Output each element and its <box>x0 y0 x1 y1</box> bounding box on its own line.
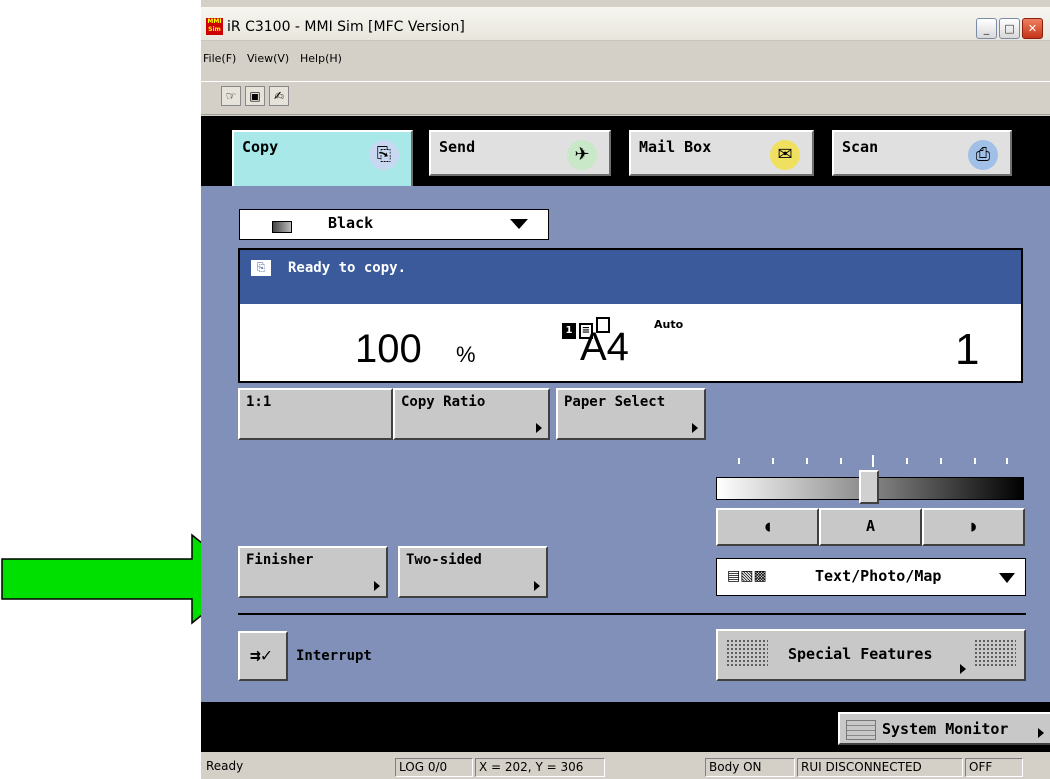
menu-bar: File(F) View(V) Help(H) <box>201 49 1050 71</box>
finisher-label: Finisher <box>246 552 314 568</box>
arrow-right-icon <box>960 664 966 674</box>
copy-icon: ⎘ <box>369 140 399 170</box>
pointer-tool-icon[interactable]: ☞ <box>221 86 241 106</box>
density-tick <box>806 458 808 464</box>
interrupt-icon: ⇉✓ <box>250 645 272 666</box>
tab-scan[interactable]: Scan ⎙ <box>832 130 1012 176</box>
density-tick <box>1006 458 1008 464</box>
copy-ratio-button[interactable]: Copy Ratio <box>393 388 550 440</box>
scan-icon: ⎙ <box>968 140 998 170</box>
tab-copy-label: Copy <box>242 138 279 156</box>
image-mode-select[interactable]: ▤▧▩ Text/Photo/Map <box>716 558 1026 596</box>
density-auto-button[interactable]: A <box>819 508 922 546</box>
density-tick <box>840 458 842 464</box>
window-title: iR C3100 - MMI Sim [MFC Version] <box>227 19 465 35</box>
two-sided-label: Two-sided <box>406 552 482 568</box>
copy-status-icon: ⎘ <box>251 260 271 276</box>
status-panel: ⎘ Ready to copy. 100 % 1 ≡ Auto A4 1 <box>238 248 1023 383</box>
sides-badge-icon: 1 <box>562 323 576 339</box>
tab-mailbox-label: Mail Box <box>639 138 712 156</box>
menu-view[interactable]: View(V) <box>247 52 289 65</box>
finisher-button[interactable]: Finisher <box>238 546 388 598</box>
status-rui: RUI DISCONNECTED <box>797 758 963 777</box>
tab-send[interactable]: Send ✈ <box>429 130 611 176</box>
status-coords: X = 202, Y = 306 <box>475 758 605 777</box>
arrow-right-icon <box>374 581 380 591</box>
close-button[interactable]: ✕ <box>1022 18 1043 39</box>
density-tick <box>974 458 976 464</box>
density-tick <box>738 458 740 464</box>
arrow-right-icon <box>692 423 698 433</box>
special-features-button[interactable]: Special Features <box>716 629 1026 681</box>
image-mode-value: Text/Photo/Map <box>815 567 942 585</box>
status-power: OFF <box>965 758 1023 777</box>
paper-select-button[interactable]: Paper Select <box>556 388 706 440</box>
density-tick <box>906 458 908 464</box>
image-tool-icon[interactable]: ▣ <box>245 86 265 106</box>
density-tick <box>872 455 874 467</box>
tab-mailbox[interactable]: Mail Box ✉ <box>629 130 814 176</box>
arrow-right-icon <box>1038 728 1044 738</box>
two-sided-button[interactable]: Two-sided <box>398 546 548 598</box>
color-select[interactable]: Black <box>239 209 549 240</box>
status-header: ⎘ Ready to copy. <box>240 250 1021 304</box>
app-icon: MMI Sim <box>206 18 223 35</box>
arrow-right-icon <box>534 581 540 591</box>
dots-pattern-icon <box>974 639 1016 667</box>
hand-tool-icon[interactable]: ✍ <box>269 86 289 106</box>
density-tick <box>940 458 942 464</box>
status-ready: Ready <box>206 759 244 773</box>
dots-pattern-icon <box>726 639 768 667</box>
density-lighter-button[interactable]: ◖ <box>716 508 819 546</box>
density-slider-handle[interactable] <box>859 470 879 504</box>
mailbox-icon: ✉ <box>770 140 800 170</box>
title-bar: MMI Sim iR C3100 - MMI Sim [MFC Version] … <box>201 7 1050 41</box>
status-message: Ready to copy. <box>288 260 407 276</box>
paper-mode: Auto <box>654 318 684 331</box>
one-to-one-button[interactable]: 1:1 <box>238 388 393 440</box>
arrow-right-icon <box>536 423 542 433</box>
copy-ratio-unit: % <box>456 342 476 367</box>
paper-select-label: Paper Select <box>564 394 666 410</box>
chevron-down-icon <box>510 219 528 229</box>
tab-scan-label: Scan <box>842 138 879 156</box>
maximize-button[interactable]: □ <box>999 18 1020 39</box>
tab-copy[interactable]: Copy ⎘ <box>232 130 413 186</box>
copy-count: 1 <box>955 325 980 374</box>
system-monitor-label: System Monitor <box>882 720 1009 738</box>
divider <box>238 613 1026 615</box>
menu-help[interactable]: Help(H) <box>300 52 342 65</box>
density-darker-button[interactable]: ◗ <box>922 508 1025 546</box>
color-select-value: Black <box>328 214 374 232</box>
one-to-one-label: 1:1 <box>246 394 272 410</box>
interrupt-label: Interrupt <box>296 648 372 664</box>
toolbar: ☞ ▣ ✍ <box>201 81 1050 115</box>
menu-file[interactable]: File(F) <box>203 52 236 65</box>
tab-send-label: Send <box>439 138 476 156</box>
interrupt-button[interactable]: ⇉✓ <box>238 631 288 681</box>
special-features-label: Special Features <box>788 645 933 663</box>
send-icon: ✈ <box>567 140 597 170</box>
status-log: LOG 0/0 <box>395 758 473 777</box>
chevron-down-icon <box>999 573 1015 583</box>
system-monitor-icon <box>846 720 876 740</box>
minimize-button[interactable]: _ <box>976 18 997 39</box>
text-photo-map-icon: ▤▧▩ <box>727 568 767 584</box>
copy-ratio-value: 100 <box>355 327 422 371</box>
status-body: Body ON <box>705 758 795 777</box>
density-tick <box>772 458 774 464</box>
system-monitor-button[interactable]: System Monitor <box>838 712 1050 745</box>
color-swatch-icon <box>272 221 292 233</box>
copy-ratio-label: Copy Ratio <box>401 394 486 410</box>
status-bar: Ready LOG 0/0 X = 202, Y = 306 Body ON R… <box>201 755 1050 779</box>
paper-size: A4 <box>580 325 629 369</box>
app-window: MMI Sim iR C3100 - MMI Sim [MFC Version] … <box>201 0 1050 779</box>
density-scale <box>716 455 1026 467</box>
